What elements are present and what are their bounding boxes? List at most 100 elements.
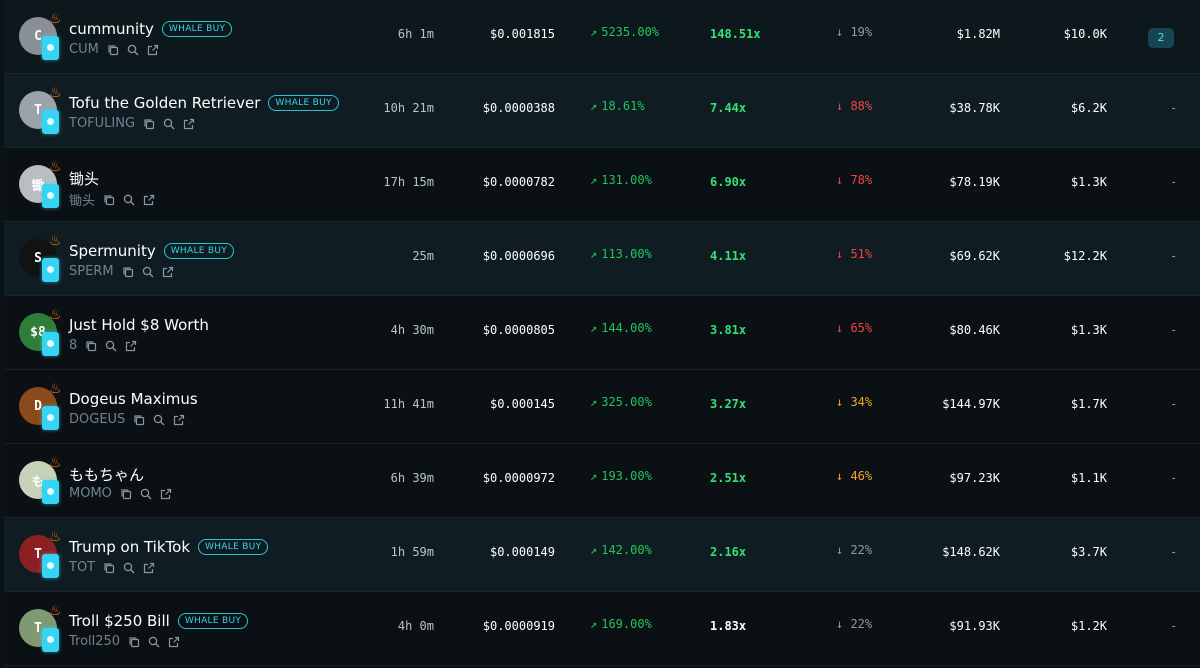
token-row[interactable]: T ♨ Tofu the Golden Retriever WHALE BUY TOFU… (4, 74, 1200, 148)
price-change: ↗ 193.00% (590, 469, 652, 483)
external-link-icon[interactable] (183, 118, 195, 130)
token-row[interactable]: S ♨ Spermunity WHALE BUY SPERM 25m $0.0000696 ↗… (4, 222, 1200, 296)
token-row[interactable]: T ♨ Trump on TikTok WHALE BUY TOT 1h 59m $0.00… (4, 518, 1200, 592)
action-placeholder: - (1170, 545, 1178, 559)
copy-icon[interactable] (122, 266, 134, 278)
token-row[interactable]: C ♨ cummunity WHALE BUY CUM 6h 1m $0.001815 ↗ 52… (4, 0, 1200, 74)
multiplier: 148.51x (710, 27, 761, 41)
token-price: $0.0000972 (482, 471, 555, 485)
token-row[interactable]: T ♨ Troll $250 Bill WHALE BUY Troll250 4h 0m $… (4, 592, 1200, 666)
whale-buy-badge: WHALE BUY (268, 95, 339, 111)
search-icon[interactable] (123, 194, 135, 206)
drawdown-value: 22% (850, 543, 873, 557)
external-link-icon[interactable] (162, 266, 174, 278)
search-icon[interactable] (105, 340, 117, 352)
external-link-icon[interactable] (173, 414, 185, 426)
copy-icon[interactable] (85, 340, 97, 352)
trend-up-icon: ↗ (590, 99, 598, 113)
trend-up-icon: ↗ (590, 25, 598, 39)
whale-buy-badge: WHALE BUY (163, 243, 235, 259)
drawdown: ↓ 19% (836, 25, 872, 39)
external-link-icon[interactable] (143, 562, 155, 574)
market-cap: $38.78K (949, 101, 1000, 115)
drawdown-value: 19% (850, 25, 873, 39)
token-subline: 锄头 (69, 190, 155, 209)
multiplier: 1.83x (710, 619, 747, 633)
copy-icon[interactable] (103, 562, 115, 574)
arrow-down-icon: ↓ (836, 321, 851, 335)
price-change: ↗ 144.00% (590, 321, 652, 335)
search-icon[interactable] (140, 488, 152, 500)
search-icon[interactable] (123, 562, 135, 574)
copy-icon[interactable] (120, 488, 132, 500)
market-cap: $80.46K (949, 323, 1000, 337)
platform-chip-icon (42, 258, 59, 282)
multiplier: 2.51x (710, 471, 747, 485)
trend-up-icon: ↗ (590, 173, 598, 187)
token-price: $0.0000388 (482, 101, 555, 115)
search-icon[interactable] (148, 636, 160, 648)
drawdown-value: 78% (850, 173, 873, 187)
arrow-down-icon: ↓ (836, 617, 851, 631)
volume: $1.2K (1070, 619, 1107, 633)
market-cap: $148.62K (942, 545, 1000, 559)
token-price: $0.0000919 (482, 619, 555, 633)
token-name[interactable]: ももちゃん (69, 464, 144, 485)
copy-icon[interactable] (133, 414, 145, 426)
copy-icon[interactable] (143, 118, 155, 130)
token-name[interactable]: Just Hold $8 Worth (69, 316, 209, 334)
token-name[interactable]: Dogeus Maximus (69, 390, 198, 408)
trend-up-icon: ↗ (590, 321, 598, 335)
volume: $6.2K (1070, 101, 1107, 115)
arrow-down-icon: ↓ (836, 99, 851, 113)
market-cap: $69.62K (949, 249, 1000, 263)
token-row[interactable]: も ♨ ももちゃん MOMO 6h 39m $0.0000972 ↗ 193.00% 2.51x… (4, 444, 1200, 518)
token-row[interactable]: D ♨ Dogeus Maximus DOGEUS 11h 41m $0.000145 ↗ 3… (4, 370, 1200, 444)
token-subline: 8 (69, 338, 137, 353)
market-cap: $78.19K (949, 175, 1000, 189)
search-icon[interactable] (142, 266, 154, 278)
multiplier: 6.90x (710, 175, 747, 189)
token-row[interactable]: 锄 ♨ 锄头 锄头 17h 15m $0.0000782 ↗ 131.00% 6.90x ↓ 78… (4, 148, 1200, 222)
token-name[interactable]: Tofu the Golden Retriever (69, 94, 260, 112)
token-ticker: DOGEUS (69, 412, 126, 427)
token-name[interactable]: Trump on TikTok (69, 538, 190, 556)
multiplier: 7.44x (710, 101, 747, 115)
volume: $12.2K (1063, 249, 1107, 263)
token-name[interactable]: Spermunity (69, 242, 156, 260)
external-link-icon[interactable] (160, 488, 172, 500)
token-ticker: 8 (69, 338, 78, 353)
fire-icon: ♨ (49, 529, 62, 545)
price-change-value: 5235.00% (601, 25, 660, 39)
token-name[interactable]: Troll $250 Bill (69, 612, 170, 630)
platform-chip-icon (42, 554, 59, 578)
copy-icon[interactable] (128, 636, 140, 648)
copy-icon[interactable] (103, 194, 115, 206)
action-placeholder: - (1170, 249, 1178, 263)
price-change: ↗ 18.61% (590, 99, 645, 113)
token-name[interactable]: 锄头 (69, 168, 99, 189)
arrow-down-icon: ↓ (836, 25, 851, 39)
platform-chip-icon (42, 480, 59, 504)
multiplier: 3.27x (710, 397, 747, 411)
platform-chip-icon (42, 332, 59, 356)
token-name[interactable]: cummunity (69, 20, 154, 38)
external-link-icon[interactable] (168, 636, 180, 648)
external-link-icon[interactable] (147, 44, 159, 56)
search-icon[interactable] (163, 118, 175, 130)
external-link-icon[interactable] (143, 194, 155, 206)
platform-chip-icon (42, 36, 59, 60)
token-price: $0.0000696 (482, 249, 555, 263)
search-icon[interactable] (127, 44, 139, 56)
token-price: $0.0000805 (482, 323, 555, 337)
search-icon[interactable] (153, 414, 165, 426)
external-link-icon[interactable] (125, 340, 137, 352)
token-subline: SPERM (69, 264, 174, 279)
price-change: ↗ 5235.00% (590, 25, 659, 39)
token-ticker: CUM (69, 42, 99, 57)
copy-icon[interactable] (107, 44, 119, 56)
token-row[interactable]: $8 ♨ Just Hold $8 Worth 8 4h 30m $0.0000805 ↗ 1… (4, 296, 1200, 370)
token-ticker: Troll250 (69, 634, 121, 649)
count-badge[interactable]: 2 (1148, 28, 1174, 48)
whale-buy-badge: WHALE BUY (161, 21, 233, 37)
